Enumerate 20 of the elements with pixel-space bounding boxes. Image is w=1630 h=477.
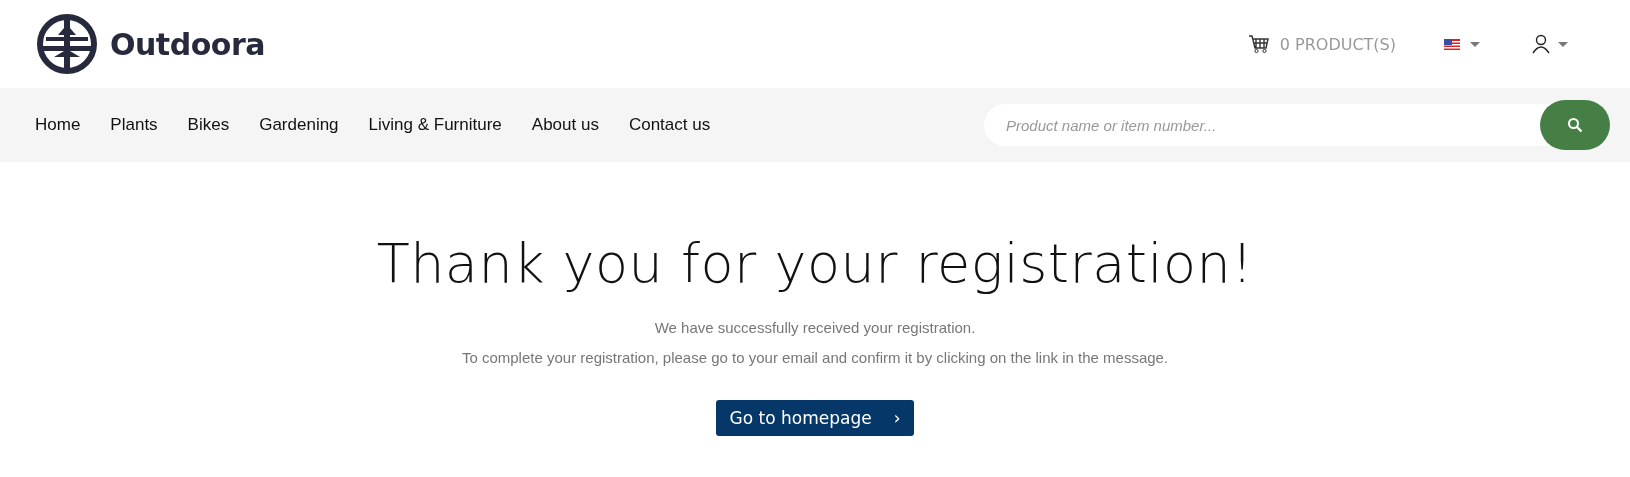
user-icon[interactable]	[1532, 34, 1550, 54]
cart-icon[interactable]	[1247, 34, 1270, 54]
nav-link[interactable]: Gardening	[244, 115, 354, 135]
homepage-button[interactable]: Go to homepage ›	[715, 400, 915, 436]
nav-link[interactable]: Home	[20, 115, 96, 135]
nav-link[interactable]: Contact us	[613, 115, 726, 135]
message-text: To complete your registration, please go to your email and confirm it by clicking on the link in the message.	[461, 349, 1169, 366]
nav-link[interactable]: Living & Furniture	[353, 115, 517, 135]
flag-icon[interactable]	[1444, 38, 1460, 50]
caret-icon[interactable]	[1558, 41, 1568, 47]
nav-link[interactable]: About us	[516, 115, 614, 135]
nav-link[interactable]: Plants	[95, 115, 173, 135]
caret-icon[interactable]	[1470, 41, 1480, 47]
message-text: We have successfully received your registration.	[654, 319, 976, 336]
nav-link[interactable]: Bikes	[172, 115, 245, 135]
search-icon	[1567, 117, 1583, 133]
page-title: Thank you for your registration!	[376, 232, 1254, 295]
search-field[interactable]: Product name or item number...	[984, 104, 1554, 146]
brand-name[interactable]: Outdoora	[110, 26, 265, 62]
tree-logo-icon	[36, 13, 98, 75]
